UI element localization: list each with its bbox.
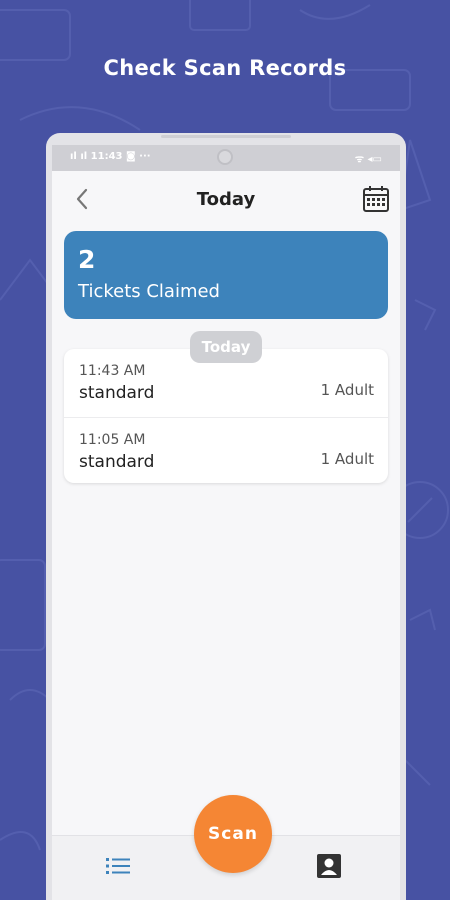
scan-button[interactable]: Scan [194,795,272,873]
top-nav: Today [52,171,400,227]
tab-records[interactable] [106,856,130,876]
tickets-label: Tickets Claimed [78,281,220,302]
camera-icon [217,149,233,165]
tickets-summary-card: 2 Tickets Claimed [64,231,388,319]
calendar-button[interactable] [362,185,390,213]
status-bar: ıl ıl 11:43 ◙ ··· ᯤ ◂▭ [52,145,400,171]
status-left: ıl ıl 11:43 ◙ ··· [70,151,151,162]
page-title: Today [196,189,256,210]
page-headline: Check Scan Records [103,56,347,80]
status-right: ᯤ ◂▭ [354,154,382,165]
record-time: 11:43 AM [79,363,146,379]
list-item[interactable]: 11:05 AM standard 1 Adult [64,417,388,484]
record-ticket-type: standard [79,452,155,472]
phone-frame: ıl ıl 11:43 ◙ ··· ᯤ ◂▭ Today 2 Tickets C… [46,133,406,900]
record-ticket-type: standard [79,383,155,403]
record-quantity: 1 Adult [320,450,374,468]
profile-icon [317,854,341,878]
tickets-count: 2 [78,245,96,274]
list-icon [106,858,130,874]
app-screen: ıl ıl 11:43 ◙ ··· ᯤ ◂▭ Today 2 Tickets C… [52,145,400,900]
record-time: 11:05 AM [79,432,146,448]
phone-top-edge [161,135,291,138]
calendar-icon [363,186,389,212]
tab-profile[interactable] [316,853,342,879]
date-group-label: Today [190,331,262,363]
record-quantity: 1 Adult [320,381,374,399]
scan-records-list: 11:43 AM standard 1 Adult 11:05 AM stand… [64,349,388,483]
